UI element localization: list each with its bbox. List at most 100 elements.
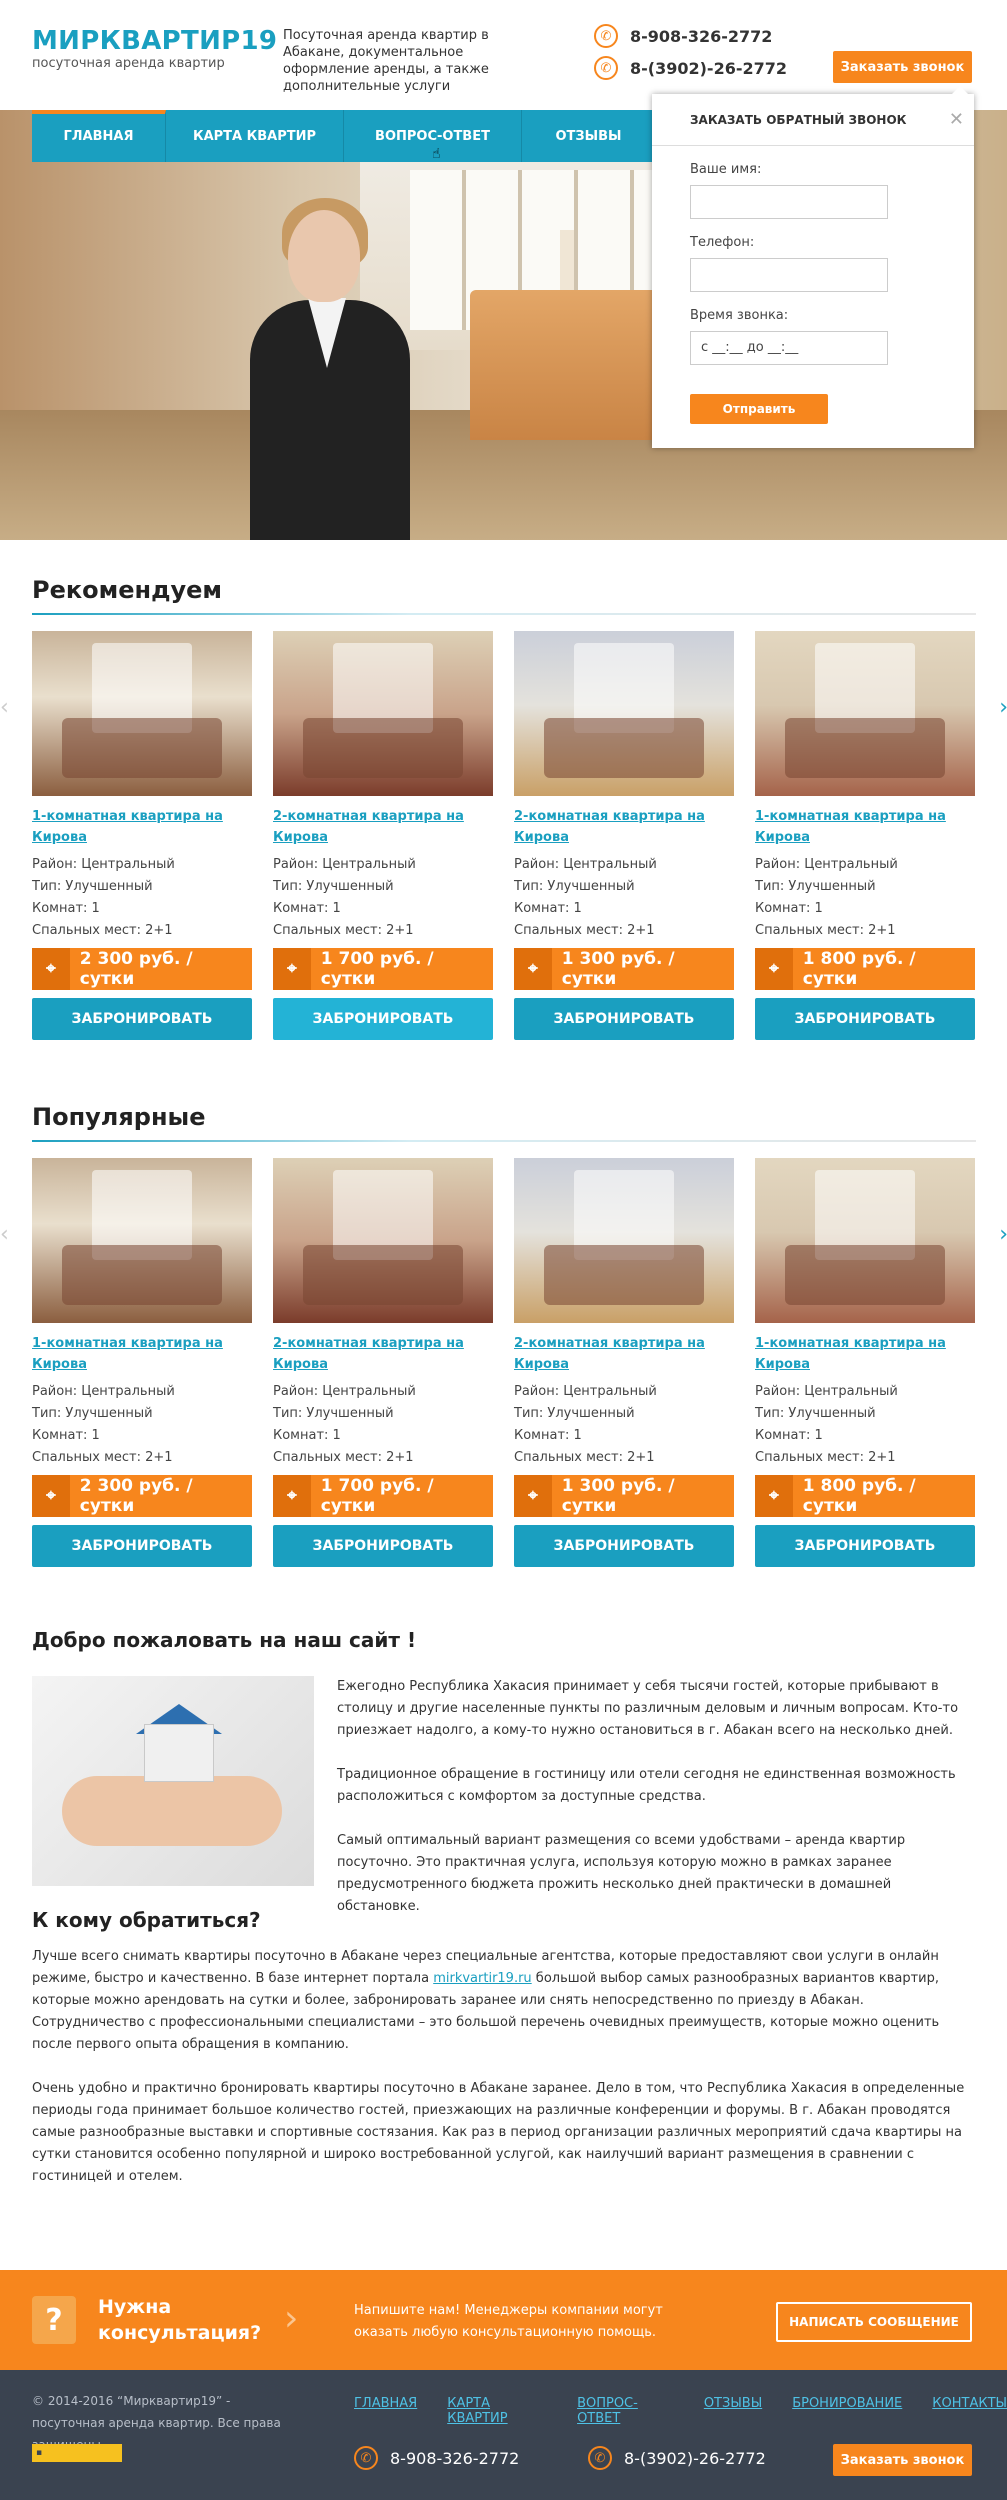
type: Тип: Улучшенный bbox=[755, 879, 876, 894]
close-icon[interactable]: ✕ bbox=[949, 109, 964, 130]
next-arrow-icon[interactable]: › bbox=[999, 1222, 1007, 1247]
counter-badge[interactable]: ▪ bbox=[32, 2444, 122, 2462]
footer-phone-1[interactable]: ✆ 8-908-326-2772 bbox=[354, 2446, 519, 2470]
apartment-card: 1-комнатная квартира на Кирова Район: Це… bbox=[755, 1158, 975, 1567]
district: Район: Центральный bbox=[273, 1384, 416, 1399]
site-footer: © 2014-2016 “Мирквартир19” - посуточная … bbox=[0, 2370, 1007, 2500]
type: Тип: Улучшенный bbox=[32, 879, 153, 894]
rooms: Комнат: 1 bbox=[755, 901, 823, 916]
prev-arrow-icon[interactable]: ‹ bbox=[0, 695, 9, 720]
apartment-photo[interactable] bbox=[32, 631, 252, 796]
next-arrow-icon[interactable]: › bbox=[999, 695, 1007, 720]
apartment-photo[interactable] bbox=[273, 1158, 493, 1323]
footer-link-map[interactable]: КАРТА КВАРТИР bbox=[447, 2396, 547, 2426]
beds: Спальных мест: 2+1 bbox=[755, 923, 896, 938]
price-text: 1 800 руб. / сутки bbox=[802, 949, 916, 989]
book-button[interactable]: ЗАБРОНИРОВАТЬ bbox=[755, 998, 975, 1040]
welcome-title: Добро пожаловать на наш сайт ! bbox=[32, 1628, 417, 1652]
apartment-title[interactable]: 1-комнатная квартира на Кирова bbox=[755, 806, 975, 848]
apartment-title[interactable]: 2-комнатная квартира на Кирова bbox=[273, 806, 493, 848]
phone-2-number: 8-(3902)-26-2772 bbox=[630, 58, 788, 78]
apartment-photo[interactable] bbox=[514, 631, 734, 796]
apartment-title[interactable]: 2-комнатная квартира на Кирова bbox=[514, 1333, 734, 1375]
phone-1[interactable]: ✆ 8-908-326-2772 bbox=[594, 24, 787, 48]
nav-item-map[interactable]: Карта квартир bbox=[166, 110, 344, 162]
price-badge: ⌖ 1 700 руб. / сутки bbox=[273, 948, 493, 990]
popup-title: ЗАКАЗАТЬ ОБРАТНЫЙ ЗВОНОК bbox=[652, 94, 974, 146]
welcome-paragraph: Традиционное обращение в гостиницу или о… bbox=[337, 1767, 956, 1804]
beds: Спальных мест: 2+1 bbox=[32, 923, 173, 938]
phone-2[interactable]: ✆ 8-(3902)-26-2772 bbox=[594, 56, 787, 80]
nav-item-reviews[interactable]: Отзывы bbox=[522, 110, 656, 162]
apartment-photo[interactable] bbox=[755, 631, 975, 796]
price-tag-icon: ⌖ bbox=[755, 948, 793, 990]
order-call-button[interactable]: Заказать звонок bbox=[833, 51, 972, 83]
district: Район: Центральный bbox=[32, 857, 175, 872]
prev-arrow-icon[interactable]: ‹ bbox=[0, 1222, 9, 1247]
price-tag-icon: ⌖ bbox=[32, 1475, 70, 1517]
beds: Спальных мест: 2+1 bbox=[32, 1450, 173, 1465]
apartment-title[interactable]: 2-комнатная квартира на Кирова bbox=[514, 806, 734, 848]
apartment-photo[interactable] bbox=[755, 1158, 975, 1323]
phone-input[interactable] bbox=[690, 258, 888, 292]
apartment-card: 1-комнатная квартира на Кирова Район: Це… bbox=[755, 631, 975, 1040]
apartment-photo[interactable] bbox=[32, 1158, 252, 1323]
apartment-photo[interactable] bbox=[514, 1158, 734, 1323]
price-tag-icon: ⌖ bbox=[273, 1475, 311, 1517]
phone-icon: ✆ bbox=[588, 2446, 612, 2470]
price-text: 1 800 руб. / сутки bbox=[802, 1476, 916, 1516]
book-button[interactable]: ЗАБРОНИРОВАТЬ bbox=[273, 998, 493, 1040]
price-text: 2 300 руб. / сутки bbox=[79, 1476, 193, 1516]
price-badge: ⌖ 2 300 руб. / сутки bbox=[32, 948, 252, 990]
footer-nav: ГЛАВНАЯ КАРТА КВАРТИР ВОПРОС-ОТВЕТ ОТЗЫВ… bbox=[354, 2396, 1007, 2426]
pointer-cursor-icon: ☝ bbox=[432, 146, 441, 162]
type: Тип: Улучшенный bbox=[514, 879, 635, 894]
time-input[interactable]: с __:__ до __:__ bbox=[690, 331, 888, 365]
price-text: 1 700 руб. / сутки bbox=[320, 1476, 434, 1516]
consult-title: Нужна консультация? bbox=[98, 2296, 262, 2344]
site-link[interactable]: mirkvartir19.ru bbox=[433, 1971, 531, 1986]
district: Район: Центральный bbox=[755, 1384, 898, 1399]
rooms: Комнат: 1 bbox=[514, 901, 582, 916]
footer-link-faq[interactable]: ВОПРОС-ОТВЕТ bbox=[577, 2396, 674, 2426]
popular-section: Популярные ‹ › 1-комнатная квартира на К… bbox=[0, 1102, 1007, 1567]
apartment-photo[interactable] bbox=[273, 631, 493, 796]
footer-link-contacts[interactable]: КОНТАКТЫ bbox=[932, 2396, 1007, 2426]
footer-link-reviews[interactable]: ОТЗЫВЫ bbox=[704, 2396, 762, 2426]
name-input[interactable] bbox=[690, 185, 888, 219]
type: Тип: Улучшенный bbox=[514, 1406, 635, 1421]
footer-link-booking[interactable]: БРОНИРОВАНИЕ bbox=[792, 2396, 902, 2426]
book-button[interactable]: ЗАБРОНИРОВАТЬ bbox=[32, 998, 252, 1040]
apartment-title[interactable]: 1-комнатная квартира на Кирова bbox=[32, 806, 252, 848]
rooms: Комнат: 1 bbox=[32, 1428, 100, 1443]
book-button[interactable]: ЗАБРОНИРОВАТЬ bbox=[273, 1525, 493, 1567]
book-button[interactable]: ЗАБРОНИРОВАТЬ bbox=[755, 1525, 975, 1567]
footer-phone-2[interactable]: ✆ 8-(3902)-26-2772 bbox=[588, 2446, 766, 2470]
recommended-title: Рекомендуем bbox=[32, 576, 223, 604]
logo-title: МИРКВАРТИР19 bbox=[32, 26, 278, 56]
book-button[interactable]: ЗАБРОНИРОВАТЬ bbox=[514, 998, 734, 1040]
price-badge: ⌖ 1 800 руб. / сутки bbox=[755, 948, 975, 990]
nav-item-home[interactable]: Главная bbox=[32, 110, 166, 162]
footer-order-call-button[interactable]: Заказать звонок bbox=[833, 2444, 972, 2476]
apartment-title[interactable]: 2-комнатная квартира на Кирова bbox=[273, 1333, 493, 1375]
welcome-paragraph: Самый оптимальный вариант размещения со … bbox=[337, 1833, 906, 1914]
footer-link-home[interactable]: ГЛАВНАЯ bbox=[354, 2396, 417, 2426]
book-button[interactable]: ЗАБРОНИРОВАТЬ bbox=[32, 1525, 252, 1567]
type: Тип: Улучшенный bbox=[32, 1406, 153, 1421]
popular-title: Популярные bbox=[32, 1103, 206, 1131]
submit-button[interactable]: Отправить bbox=[690, 394, 828, 424]
beds: Спальных мест: 2+1 bbox=[755, 1450, 896, 1465]
consultation-banner: ? Нужна консультация? › Напишите нам! Мен… bbox=[0, 2270, 1007, 2370]
book-button[interactable]: ЗАБРОНИРОВАТЬ bbox=[514, 1525, 734, 1567]
type: Тип: Улучшенный bbox=[273, 879, 394, 894]
logo[interactable]: МИРКВАРТИР19 посуточная аренда квартир bbox=[32, 26, 277, 72]
recommended-section: Рекомендуем ‹ › 1-комнатная квартира на … bbox=[0, 575, 1007, 1040]
apartment-title[interactable]: 1-комнатная квартира на Кирова bbox=[755, 1333, 975, 1375]
price-text: 1 700 руб. / сутки bbox=[320, 949, 434, 989]
price-badge: ⌖ 2 300 руб. / сутки bbox=[32, 1475, 252, 1517]
apartment-title[interactable]: 1-комнатная квартира на Кирова bbox=[32, 1333, 252, 1375]
question-icon: ? bbox=[32, 2296, 76, 2344]
write-message-button[interactable]: НАПИСАТЬ СООБЩЕНИЕ bbox=[776, 2302, 972, 2342]
type: Тип: Улучшенный bbox=[755, 1406, 876, 1421]
